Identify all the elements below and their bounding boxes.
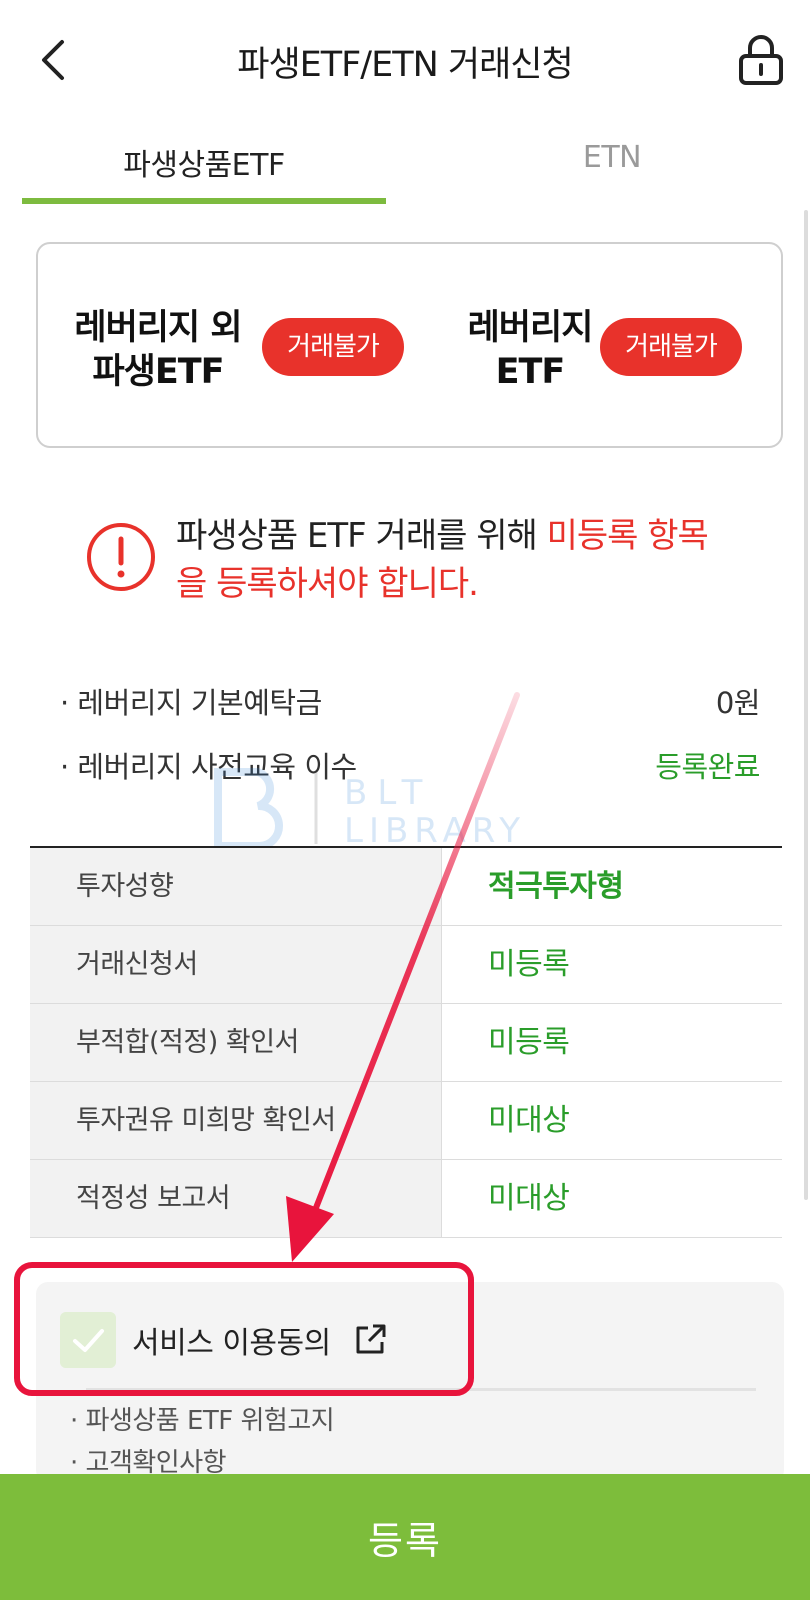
leverage-deposit-label: · 레버리지 기본예탁금 (60, 686, 322, 720)
leverage-etf-status-badge: 거래불가 (600, 318, 742, 376)
non-leverage-etf-label-line1: 레버리지 외 (74, 308, 242, 348)
leverage-deposit-value: 0원 (715, 686, 761, 720)
lock-icon[interactable] (738, 34, 784, 86)
watermark-line2: LIBRARY (344, 811, 526, 848)
tab-derivative-etf[interactable]: 파생상품ETF (22, 140, 386, 184)
leverage-etf-label-line2: ETF (495, 352, 566, 392)
tab-bar: 파생상품ETF ETN (0, 120, 810, 206)
agreement-item-risk-notice[interactable]: · 파생상품 ETF 위험고지 (70, 1400, 335, 1437)
active-tab-indicator (22, 198, 386, 204)
leverage-etf-label: 레버리지 ETF (450, 306, 610, 394)
table-row-label: 거래신청서 (30, 926, 442, 1003)
table-row-value[interactable]: 미등록 (442, 1004, 782, 1081)
registration-notice: 파생상품 ETF 거래를 위해 미등록 항목을 등록하셔야 합니다. (86, 512, 726, 612)
non-leverage-etf-status-badge: 거래불가 (262, 318, 404, 376)
table-row: 투자성향 적극투자형 (30, 848, 782, 926)
leverage-education-value: 등록완료 (655, 750, 760, 784)
table-row[interactable]: 거래신청서 미등록 (30, 926, 782, 1004)
table-row-value: 미대상 (488, 1181, 570, 1216)
table-row-label: 투자권유 미희망 확인서 (30, 1082, 442, 1159)
app-header: 파생ETF/ETN 거래신청 (0, 0, 810, 120)
blt-library-watermark: BLT LIBRARY (214, 768, 526, 848)
watermark-line1: BLT (344, 773, 432, 813)
non-leverage-etf-label-line2: 파생ETF (92, 352, 224, 392)
scrollbar[interactable] (804, 210, 808, 1200)
table-row-label: 부적합(적정) 확인서 (30, 1004, 442, 1081)
table-row: 적정성 보고서 미대상 (30, 1160, 782, 1238)
notice-text-normal: 파생상품 ETF 거래를 위해 (176, 516, 547, 556)
page-title: 파생ETF/ETN 거래신청 (237, 45, 573, 85)
leverage-deposit-row: · 레버리지 기본예탁금 0원 (60, 680, 761, 724)
annotation-highlight-box (14, 1262, 474, 1396)
register-button[interactable]: 등록 (0, 1474, 810, 1600)
tab-etn[interactable]: ETN (430, 140, 794, 175)
table-row-label: 투자성향 (30, 848, 442, 925)
leverage-etf-label-line1: 레버리지 (467, 308, 594, 348)
exclamation-circle-icon (87, 523, 155, 591)
table-row: 투자권유 미희망 확인서 미대상 (30, 1082, 782, 1160)
notice-text: 파생상품 ETF 거래를 위해 미등록 항목을 등록하셔야 합니다. (176, 512, 736, 608)
trading-status-card: 레버리지 외 파생ETF 거래불가 레버리지 ETF 거래불가 (36, 242, 783, 448)
table-row-label: 적정성 보고서 (30, 1160, 442, 1237)
table-row-value: 미대상 (488, 1103, 570, 1138)
table-row-value: 적극투자형 (488, 869, 624, 904)
non-leverage-etf-label: 레버리지 외 파생ETF (68, 306, 248, 394)
table-row-value[interactable]: 미등록 (442, 926, 782, 1003)
table-row[interactable]: 부적합(적정) 확인서 미등록 (30, 1004, 782, 1082)
